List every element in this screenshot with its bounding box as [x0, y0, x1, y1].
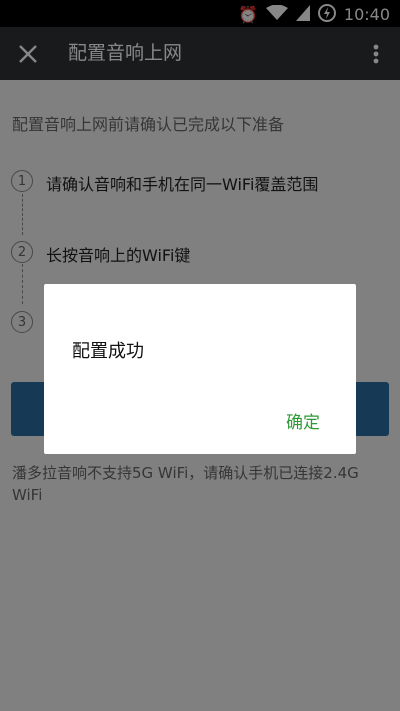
dialog-message: 配置成功 [72, 341, 144, 362]
success-dialog: 配置成功 确定 [44, 284, 356, 454]
confirm-button[interactable]: 确定 [286, 408, 320, 433]
